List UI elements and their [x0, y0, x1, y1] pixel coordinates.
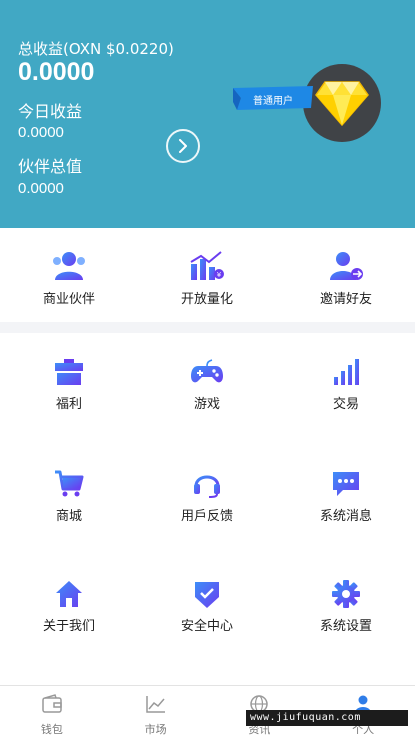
menu-item-settings[interactable]: 系统设置	[277, 579, 415, 634]
total-earnings-value: 0.0000	[18, 58, 95, 86]
home-icon	[56, 581, 82, 607]
menu-item-games[interactable]: 游戏	[138, 357, 276, 412]
gear-icon	[332, 580, 360, 608]
today-earnings-label: 今日收益	[18, 102, 83, 121]
chevron-right-icon	[179, 139, 187, 153]
cart-icon	[55, 470, 84, 497]
menu-item-welfare[interactable]: 福利	[0, 357, 138, 412]
nav-market[interactable]: 市场	[104, 686, 208, 736]
open-quant-label: 开放量化	[180, 292, 233, 307]
message-icon	[333, 472, 359, 496]
menu-label-about: 关于我们	[42, 619, 95, 634]
partner-value-label: 伙伴总值	[18, 157, 83, 176]
menu-label-messages: 系统消息	[319, 509, 372, 524]
total-earnings-label: 总收益(OXN $0.0220)	[18, 40, 174, 58]
invite-friend-item[interactable]: 邀请好友	[277, 250, 415, 307]
business-partner-item[interactable]: 商业伙伴	[0, 250, 138, 307]
menu-item-feedback[interactable]: 用戶反馈	[138, 469, 276, 524]
menu-label-trade: 交易	[332, 397, 359, 412]
wallet-icon	[42, 694, 62, 713]
menu-item-messages[interactable]: 系统消息	[277, 469, 415, 524]
user-level-badge: 普通用户	[253, 96, 293, 107]
menu-item-trade[interactable]: 交易	[277, 357, 415, 412]
shield-check-icon	[195, 582, 219, 608]
svg-text:¥: ¥	[217, 271, 222, 279]
business-partner-icon	[53, 252, 85, 280]
menu-grid-card: 福利 游戏 交易 商城 用戶反馈 系统消息 关于我们 安全中心 系统设置	[0, 333, 415, 685]
menu-item-mall[interactable]: 商城	[0, 469, 138, 524]
quick-actions-card: 商业伙伴 ¥ 开放量化 邀请好友	[0, 228, 415, 322]
open-quant-item[interactable]: ¥ 开放量化	[138, 250, 276, 307]
nav-label-market: 市场	[144, 723, 167, 736]
menu-label-mall: 商城	[55, 509, 82, 524]
menu-label-settings: 系统设置	[319, 619, 372, 634]
business-partner-label: 商业伙伴	[42, 292, 95, 307]
menu-label-games: 游戏	[193, 397, 220, 412]
diamond-icon	[315, 81, 369, 126]
chart-icon	[145, 696, 165, 713]
gift-icon	[55, 359, 83, 385]
open-quant-icon: ¥	[190, 251, 224, 280]
invite-friend-icon	[330, 252, 363, 280]
today-earnings-value: 0.0000	[18, 124, 64, 141]
header-panel: 总收益(OXN $0.0220) 0.0000 今日收益 0.0000 伙伴总值…	[0, 0, 415, 228]
headset-icon	[194, 475, 220, 498]
details-arrow-button[interactable]	[166, 129, 200, 163]
nav-label-wallet: 钱包	[40, 723, 63, 736]
nav-wallet[interactable]: 钱包	[0, 686, 104, 736]
menu-label-feedback: 用戶反馈	[180, 509, 233, 524]
menu-item-security[interactable]: 安全中心	[138, 579, 276, 634]
menu-item-about[interactable]: 关于我们	[0, 579, 138, 634]
signal-bars-icon	[334, 359, 359, 385]
gamepad-icon	[191, 359, 223, 383]
invite-friend-label: 邀请好友	[319, 292, 372, 307]
watermark: www.jiufuquan.com	[246, 710, 408, 726]
menu-label-welfare: 福利	[55, 397, 82, 412]
level-avatar[interactable]	[303, 64, 381, 142]
partner-value-amount: 0.0000	[18, 180, 64, 197]
menu-label-security: 安全中心	[180, 619, 233, 634]
